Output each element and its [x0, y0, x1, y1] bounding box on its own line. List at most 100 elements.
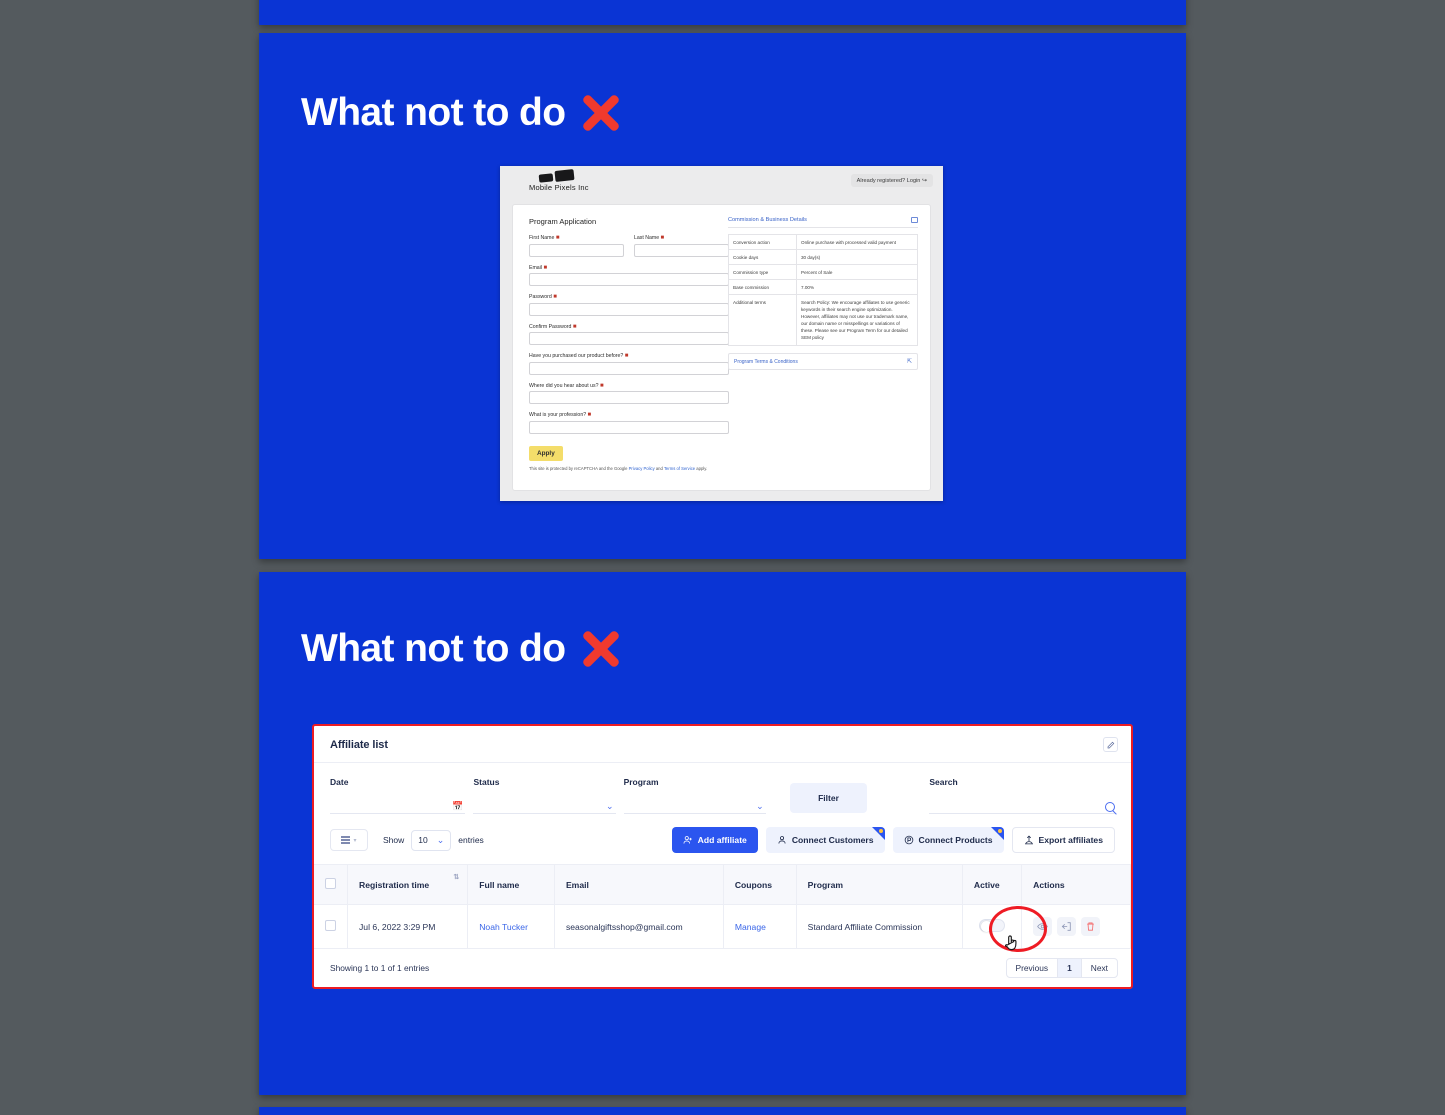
active-toggle[interactable] — [979, 919, 1006, 932]
confirm-password-label: Confirm Password ■ — [529, 323, 577, 330]
edit-columns-button[interactable] — [1103, 737, 1118, 752]
cell-registration-time: Jul 6, 2022 3:29 PM — [347, 904, 469, 949]
required-marker: ■ — [587, 412, 592, 418]
delete-icon[interactable] — [1081, 917, 1101, 936]
slide-previous-fragment — [259, 0, 1186, 25]
confirm-password-input[interactable] — [529, 332, 729, 345]
detail-key: Commission type — [728, 264, 797, 281]
date-filter: Date 📅 — [330, 777, 466, 814]
column-email[interactable]: Email — [554, 864, 724, 905]
filter-button[interactable]: Filter — [789, 783, 868, 813]
required-marker: ■ — [543, 264, 548, 271]
column-registration-time[interactable]: Registration time ⇅ — [347, 864, 469, 905]
select-all-checkbox[interactable] — [325, 878, 336, 889]
last-name-group: Last Name ■ — [634, 235, 729, 265]
connect-customers-button[interactable]: Connect Customers — [765, 827, 885, 853]
detail-key: Cookie days — [728, 249, 797, 266]
application-card: Program Application First Name ■ Last Na… — [512, 204, 931, 491]
view-icon[interactable] — [1033, 917, 1053, 936]
add-affiliate-button[interactable]: Add affiliate — [671, 827, 758, 853]
next-page-button[interactable]: Next — [1082, 959, 1117, 977]
x-mark-icon — [580, 92, 622, 134]
detail-value: 7.00% — [796, 279, 918, 296]
purchased-before-label: Have you purchased our product before? ■ — [529, 353, 629, 359]
table-row: Conversion action Online purchase with p… — [728, 233, 918, 251]
recaptcha-and: and — [654, 465, 664, 471]
required-marker: ■ — [555, 235, 560, 241]
product-tag-icon — [904, 835, 913, 845]
first-name-input[interactable] — [529, 243, 624, 257]
search-input[interactable] — [929, 801, 1115, 814]
chevron-down-icon: ⌄ — [606, 801, 614, 811]
table-header-row: Registration time ⇅ Full name Email Coup… — [314, 864, 1131, 905]
email-input[interactable] — [529, 273, 729, 286]
mobile-pixels-logo-icon — [537, 169, 581, 183]
search-icon — [1105, 802, 1115, 812]
column-program[interactable]: Program — [796, 864, 963, 905]
profession-input[interactable] — [529, 420, 729, 434]
previous-page-button[interactable]: Previous — [1007, 959, 1059, 977]
entries-label: entries — [458, 835, 484, 845]
privacy-policy-link[interactable]: Privacy Policy — [629, 466, 655, 471]
program-application-screenshot: Mobile Pixels Inc Already registered? Lo… — [500, 166, 943, 501]
commission-details-title: Commission & Business Details — [728, 217, 807, 223]
status-filter-label: Status — [473, 777, 500, 787]
hear-about-us-label: Where did you hear about us? ■ — [529, 382, 604, 389]
chevron-down-icon: ▾ — [353, 837, 357, 844]
password-input[interactable] — [529, 302, 729, 316]
page-1-button[interactable]: 1 — [1058, 959, 1082, 977]
cell-full-name: Noah Tucker — [467, 904, 555, 949]
entries-select[interactable]: 10 ⌄ — [411, 829, 452, 851]
connect-customers-label: Connect Customers — [791, 835, 874, 845]
affiliate-name-link[interactable]: Noah Tucker — [479, 922, 528, 932]
column-label: Actions — [1033, 879, 1065, 890]
date-filter-input[interactable]: 📅 — [330, 801, 466, 814]
login-arrow-icon: ↪ — [921, 178, 927, 184]
list-icon — [341, 836, 351, 844]
cell-actions — [1021, 904, 1131, 949]
column-full-name[interactable]: Full name — [467, 864, 555, 905]
column-visibility-button[interactable]: ▾ — [330, 829, 368, 851]
slide-heading-text: What not to do — [301, 627, 566, 670]
program-filter-select[interactable]: ⌄ — [623, 801, 766, 814]
application-topbar: Mobile Pixels Inc Already registered? Lo… — [500, 166, 943, 204]
user-icon — [778, 836, 786, 844]
already-registered-login-link[interactable]: Already registered? Login ↪ — [850, 174, 933, 187]
table-icon — [911, 217, 918, 223]
commission-details-header: Commission & Business Details — [728, 217, 918, 228]
detail-value: Percent of Sale — [796, 264, 918, 281]
program-terms-label: Program Terms & Conditions — [734, 358, 798, 365]
login-as-icon[interactable] — [1057, 917, 1077, 936]
detail-value: 30 day(s) — [796, 249, 918, 266]
brand-logo-block: Mobile Pixels Inc — [529, 169, 589, 192]
table-row: Additional terms Search Policy: We encou… — [728, 294, 918, 347]
status-filter-select[interactable]: ⌄ — [473, 801, 616, 814]
login-link-label: Already registered? Login — [856, 178, 921, 184]
show-label: Show — [383, 835, 405, 845]
apply-button[interactable]: Apply — [529, 445, 563, 461]
connect-products-button[interactable]: Connect Products — [892, 827, 1004, 853]
detail-key: Additional terms — [728, 294, 797, 347]
last-name-label: Last Name ■ — [634, 235, 665, 241]
premium-badge-icon — [990, 827, 1004, 840]
commission-details-column: Commission & Business Details Conversion… — [728, 217, 918, 371]
last-name-input[interactable] — [634, 243, 729, 257]
export-icon — [1024, 835, 1033, 845]
manage-coupons-link[interactable]: Manage — [735, 922, 766, 932]
column-coupons[interactable]: Coupons — [723, 864, 797, 905]
program-terms-accordion[interactable]: Program Terms & Conditions ⇱ — [728, 353, 918, 371]
purchased-before-input[interactable] — [529, 361, 729, 375]
table-row: Commission type Percent of Sale — [728, 264, 918, 281]
recaptcha-notice: This site is protected by reCAPTCHA and … — [529, 466, 729, 471]
add-affiliate-label: Add affiliate — [697, 835, 747, 845]
row-checkbox[interactable] — [325, 920, 336, 931]
chevron-down-icon: ⌄ — [436, 834, 445, 845]
recaptcha-prefix: This site is protected by reCAPTCHA and … — [529, 465, 629, 471]
terms-of-service-link[interactable]: Terms of Service — [664, 466, 695, 471]
status-filter: Status ⌄ — [473, 777, 616, 814]
column-active[interactable]: Active — [962, 864, 1023, 905]
hear-about-us-input[interactable] — [529, 391, 729, 404]
entries-value: 10 — [418, 835, 428, 845]
required-marker: ■ — [660, 235, 665, 241]
export-affiliates-button[interactable]: Export affiliates — [1011, 827, 1115, 853]
